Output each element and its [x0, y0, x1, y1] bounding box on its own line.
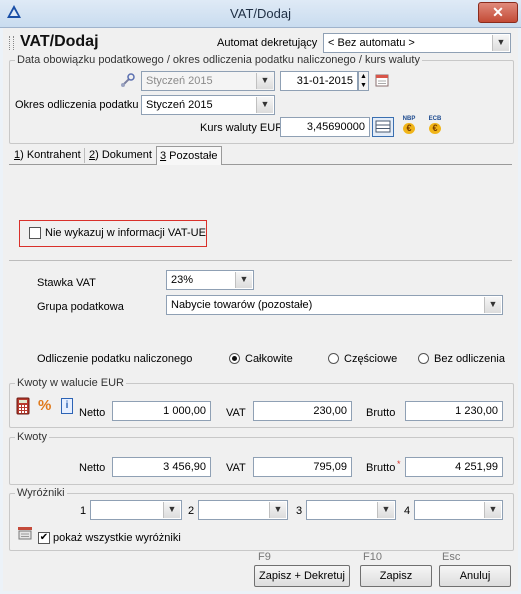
chevron-down-icon[interactable]: ▼ [484, 297, 501, 313]
wyroznik-1-select[interactable]: ▼ [90, 500, 182, 520]
chevron-down-icon[interactable]: ▼ [484, 502, 501, 518]
okres-label: Okres odliczenia podatku [15, 99, 139, 111]
pln-vat-field[interactable]: 795,09 [253, 457, 352, 477]
tab-dokument[interactable]: 2) Dokument [86, 146, 155, 164]
chevron-down-icon[interactable]: ▼ [256, 73, 273, 89]
wyrozniki-group-label: Wyróżniki [15, 487, 67, 499]
pln-netto-label: Netto [79, 462, 106, 474]
wyroznik-2-label: 2 [188, 505, 195, 517]
ecb-rate-button[interactable]: ECB € [424, 116, 446, 136]
date-spinner[interactable]: ▲ ▼ [358, 71, 369, 91]
table-icon [375, 120, 391, 133]
check-icon: ✔ [39, 532, 49, 543]
wyroznik-4-select[interactable]: ▼ [414, 500, 503, 520]
kwoty-group-label: Kwoty [15, 431, 49, 443]
kurs-calculator-button[interactable] [372, 117, 394, 137]
pln-vat-label: VAT [226, 462, 246, 474]
radio-czesciowe-label: Częściowe [344, 353, 398, 365]
eur-netto-field[interactable]: 1 000,00 [112, 401, 211, 421]
percent-icon[interactable]: % [38, 397, 51, 414]
automat-select[interactable]: < Bez automatu > ▼ [323, 33, 511, 53]
eur-vat-field[interactable]: 230,00 [253, 401, 352, 421]
radio-bez-odliczenia-label: Bez odliczenia [434, 353, 505, 365]
pln-brutto-label: Brutto [366, 462, 396, 474]
eur-group-label: Kwoty w walucie EUR [15, 377, 126, 389]
chevron-down-icon[interactable]: ▼ [269, 502, 286, 518]
wyroznik-1-label: 1 [80, 505, 87, 517]
eur-vat-label: VAT [226, 407, 246, 419]
anuluj-shortcut: Esc [442, 551, 461, 563]
show-all-checkbox[interactable]: ✔ [38, 532, 50, 544]
brutto-required-marker: * [397, 459, 401, 469]
dates-group-label: Data obowiązku podatkowego / okres odlic… [15, 54, 422, 66]
eur-brutto-field[interactable]: 1 230,00 [405, 401, 503, 421]
link-icon[interactable] [120, 72, 136, 88]
nbp-label: NBP [402, 116, 416, 122]
eur-netto-label: Netto [79, 407, 106, 419]
wyroznik-3-label: 3 [296, 505, 303, 517]
vatue-checkbox[interactable] [29, 227, 41, 239]
tab-separator [84, 148, 85, 163]
vatue-label: Nie wykazuj w informacji VAT-UE [45, 227, 206, 239]
toolbar-grip-icon [9, 36, 14, 50]
tag-icon[interactable] [17, 526, 33, 540]
close-button[interactable]: ✕ [478, 2, 518, 23]
wyroznik-3-select[interactable]: ▼ [306, 500, 396, 520]
chevron-down-icon[interactable]: ▼ [256, 97, 273, 113]
nbp-rate-button[interactable]: NBP € [398, 116, 420, 136]
close-icon: ✕ [492, 4, 504, 20]
odliczenie-label: Odliczenie podatku naliczonego [37, 353, 193, 365]
zapisz-shortcut: F10 [363, 551, 382, 563]
anuluj-button[interactable]: Anuluj [439, 565, 511, 587]
show-all-label: pokaż wszystkie wyróżniki [53, 532, 181, 544]
obowiazek-period-select[interactable]: Styczeń 2015 ▼ [141, 71, 275, 91]
obowiazek-period-value: Styczeń 2015 [146, 75, 213, 87]
stawka-value: 23% [171, 274, 194, 286]
page-title: VAT/Dodaj [20, 33, 99, 50]
stawka-label: Stawka VAT [37, 277, 96, 289]
tab-strip-line [9, 164, 512, 165]
ecb-label: ECB [428, 116, 442, 122]
okres-value: Styczeń 2015 [146, 99, 213, 111]
zapisz-dekretuj-shortcut: F9 [258, 551, 271, 563]
tab-kontrahent[interactable]: 1) Kontrahent [11, 146, 84, 164]
chevron-down-icon[interactable]: ▼ [235, 272, 252, 288]
euro-coin-icon: € [403, 123, 415, 134]
date-field[interactable]: 31-01-2015 [280, 71, 358, 91]
radio-czesciowe[interactable] [328, 353, 339, 364]
stawka-select[interactable]: 23% ▼ [166, 270, 254, 290]
window-title: VAT/Dodaj [230, 6, 291, 21]
divider [9, 260, 512, 261]
grupa-select[interactable]: Nabycie towarów (pozostałe) ▼ [166, 295, 503, 315]
radio-calkowite-label: Całkowite [245, 353, 293, 365]
info-icon[interactable]: i [61, 398, 73, 414]
chevron-down-icon[interactable]: ▼ [492, 35, 509, 51]
kurs-label: Kurs waluty EUR [200, 122, 284, 134]
pln-brutto-field[interactable]: 4 251,99 [405, 457, 503, 477]
euro-coin-icon: € [429, 123, 441, 134]
tab-pozostale[interactable]: 3 Pozostałe [156, 146, 222, 165]
wyroznik-2-select[interactable]: ▼ [198, 500, 288, 520]
zapisz-dekretuj-button[interactable]: Zapisz + Dekretuj [254, 565, 350, 587]
wyroznik-4-label: 4 [404, 505, 411, 517]
kurs-field[interactable]: 3,45690000 [280, 117, 370, 137]
chevron-down-icon[interactable]: ▼ [163, 502, 180, 518]
eur-brutto-label: Brutto [366, 407, 396, 419]
grupa-value: Nabycie towarów (pozostałe) [171, 299, 313, 311]
chevron-down-icon[interactable]: ▼ [377, 502, 394, 518]
zapisz-button[interactable]: Zapisz [360, 565, 432, 587]
radio-bez-odliczenia[interactable] [418, 353, 429, 364]
grupa-label: Grupa podatkowa [37, 301, 124, 313]
automat-label: Automat dekretujący [217, 37, 318, 49]
calendar-icon[interactable] [375, 73, 389, 87]
automat-value: < Bez automatu > [328, 37, 415, 49]
radio-calkowite[interactable] [229, 353, 240, 364]
calculator-icon[interactable] [16, 397, 30, 415]
pln-netto-field[interactable]: 3 456,90 [112, 457, 211, 477]
okres-select[interactable]: Styczeń 2015 ▼ [141, 95, 275, 115]
